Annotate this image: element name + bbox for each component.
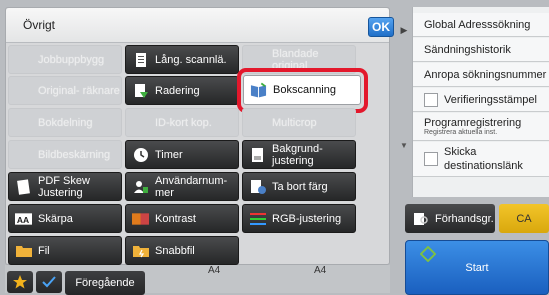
paper-size-2: A4 [314, 265, 327, 276]
start-button[interactable]: Start [405, 240, 549, 295]
user-number-icon [132, 179, 149, 194]
pdf-skew-icon [15, 178, 32, 195]
paper-size-1: A4 [208, 265, 221, 276]
job-build-icon [15, 52, 32, 67]
background-adjust-icon [249, 147, 266, 162]
rgb-adjust-icon [249, 211, 266, 226]
book-split-button: Bokdelning [8, 108, 122, 137]
chevron-down-icon: ▼ [400, 140, 408, 150]
send-destination-link-checkbox[interactable] [424, 152, 438, 166]
start-icon [420, 246, 436, 262]
panel-header: Övrigt [6, 8, 389, 43]
remove-color-icon [249, 179, 266, 194]
preview-button[interactable]: Förhandsgr. [405, 204, 495, 233]
erase-button[interactable]: Radering [125, 76, 239, 105]
user-number-button[interactable]: Användarnum- mer [125, 172, 239, 201]
menu-label: Programregistrering [424, 117, 522, 129]
svg-text:AA: AA [17, 214, 29, 224]
user-number-label: Användarnum- mer [155, 174, 228, 199]
multicrop-button: Multicrop [242, 108, 356, 137]
menu-label: Verifieringsstämpel [444, 93, 537, 106]
confirm-check-button[interactable] [36, 271, 62, 293]
image-crop-label: Bildbeskärning [38, 148, 111, 161]
multicrop-icon [249, 115, 266, 130]
timer-button[interactable]: Timer [125, 140, 239, 169]
menu-label: Skicka destinationslänk [444, 146, 523, 172]
background-adjust-label: Bakgrund- justering [272, 142, 323, 167]
sharpness-icon: AA [15, 211, 32, 226]
pdf-skew-label: PDF Skew Justering [38, 174, 90, 199]
rgb-adjust-button[interactable]: RGB-justering [242, 204, 356, 233]
original-counter-label: Original- räknare [38, 84, 120, 97]
long-scan-icon [132, 52, 149, 67]
long-scan-label: Lång. scannlä. [155, 53, 227, 66]
id-card-copy-label: ID-kort kop. [155, 116, 212, 129]
long-scan-button[interactable]: Lång. scannlä. [125, 45, 239, 74]
image-crop-button: Bildbeskärning [8, 140, 122, 169]
erase-icon [132, 83, 149, 98]
file-button[interactable]: Fil [8, 236, 122, 265]
menu-program-registration[interactable]: Programregistrering Registrera aktuella … [413, 113, 549, 141]
preview-label: Förhandsgr. [435, 212, 494, 225]
timer-label: Timer [155, 148, 183, 161]
checkmark-icon [42, 276, 56, 288]
menu-send-history[interactable]: Sändningshistorik [413, 38, 549, 62]
scroll-down-button[interactable]: ▼ [397, 138, 411, 152]
pdf-skew-button[interactable]: PDF Skew Justering [8, 172, 122, 201]
menu-sublabel: Registrera aktuella inst. [424, 129, 498, 136]
id-card-icon [132, 115, 149, 130]
sharpness-button[interactable]: AA Skärpa [8, 204, 122, 233]
image-crop-icon [15, 147, 32, 162]
book-split-icon [15, 115, 32, 130]
job-build-button: Jobbuppbygg [8, 45, 122, 74]
folder-icon [15, 243, 32, 258]
menu-send-destination-link[interactable]: Skicka destinationslänk [413, 142, 549, 177]
multicrop-label: Multicrop [272, 116, 317, 129]
menu-label: Sändningshistorik [424, 43, 511, 56]
original-counter-button: Original- räknare [8, 76, 122, 105]
favorite-button[interactable] [7, 271, 33, 293]
sharpness-label: Skärpa [38, 212, 73, 225]
contrast-label: Kontrast [155, 212, 196, 225]
quick-file-label: Snabbfil [155, 244, 195, 257]
menu-label: Global Adresssökning [424, 18, 531, 31]
collapse-panel-button[interactable]: ▶ [395, 17, 413, 43]
quick-file-icon [132, 243, 149, 258]
preview-icon [414, 212, 428, 225]
star-icon [13, 275, 27, 289]
mixed-originals-icon [249, 52, 266, 67]
right-menu: Global Adresssökning Sändningshistorik A… [412, 7, 549, 197]
ok-button[interactable]: OK [368, 17, 394, 37]
id-card-copy-button: ID-kort kop. [125, 108, 239, 137]
background-adjust-button[interactable]: Bakgrund- justering [242, 140, 356, 169]
book-split-label: Bokdelning [38, 116, 93, 129]
job-build-label: Jobbuppbygg [38, 53, 105, 66]
menu-global-address-search[interactable]: Global Adresssökning [413, 13, 549, 37]
selection-highlight [237, 68, 368, 113]
erase-label: Radering [155, 84, 200, 97]
remove-color-label: Ta bort färg [272, 180, 328, 193]
verification-stamp-checkbox[interactable] [424, 92, 438, 107]
start-label: Start [465, 261, 489, 274]
menu-call-search-number[interactable]: Anropa sökningsnummer [413, 63, 549, 87]
rgb-adjust-label: RGB-justering [272, 212, 342, 225]
original-counter-icon [15, 83, 32, 98]
remove-color-button[interactable]: Ta bort färg [242, 172, 356, 201]
file-label: Fil [38, 244, 50, 257]
menu-label: Anropa sökningsnummer [424, 68, 547, 81]
quick-file-button[interactable]: Snabbfil [125, 236, 239, 265]
timer-icon [132, 147, 149, 162]
clear-all-button[interactable]: CA [499, 204, 549, 233]
menu-verification-stamp[interactable]: Verifieringsstämpel [413, 88, 549, 112]
bottom-bar [5, 265, 390, 293]
panel-title: Övrigt [23, 18, 56, 32]
chevron-right-icon: ▶ [400, 24, 408, 35]
contrast-icon [132, 211, 149, 226]
previous-button[interactable]: Föregående [65, 271, 145, 295]
contrast-button[interactable]: Kontrast [125, 204, 239, 233]
